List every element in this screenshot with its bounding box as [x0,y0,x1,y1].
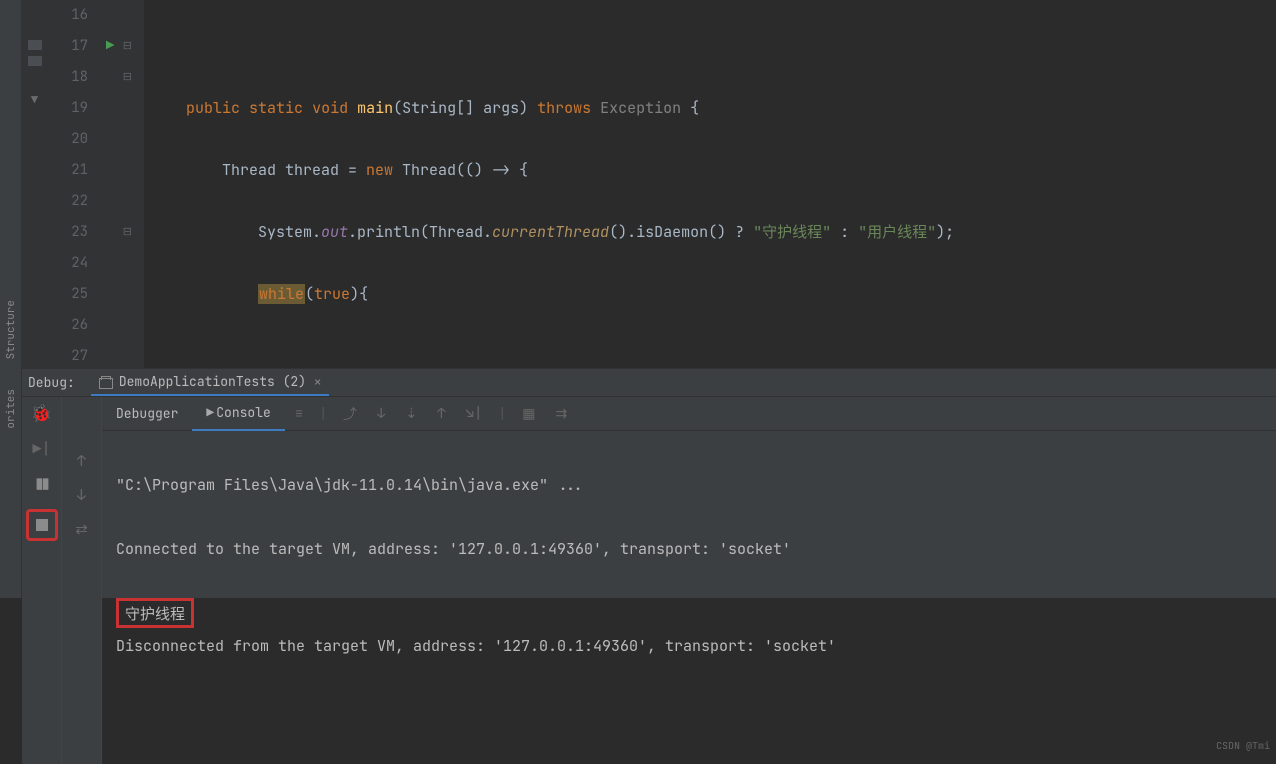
editor-gutter: 16 17 18 19 20 21 22 23 24 25 26 27 ▶ ⊟ … [48,0,144,368]
debug-tabs-bar: Debugger ▶Console ≡ | ⤴ ↓ ⇣ ↑ ↘| | ▦ ⇉ [102,397,1276,431]
filter-icon[interactable]: ⇄ [75,519,88,539]
threads-icon[interactable]: ≡ [285,405,313,423]
run-config-tab[interactable]: DemoApplicationTests (2) ✕ [91,369,329,396]
close-icon[interactable]: ✕ [314,374,321,390]
tab-console[interactable]: ▶Console [192,396,284,431]
left-tool-strip: ▼ [22,0,48,368]
watermark: CSDN @Tmi [1216,730,1270,762]
down-icon[interactable]: ↓ [77,485,86,505]
favorites-tab[interactable]: orites [4,389,18,429]
debug-header: Debug: DemoApplicationTests (2) ✕ [22,369,1276,397]
debug-left-actions: 🐞 ▶| ▮▮ [22,397,62,764]
minimap-thumb [28,40,42,50]
debug-right: Debugger ▶Console ≡ | ⤴ ↓ ⇣ ↑ ↘| | ▦ ⇉ "… [102,397,1276,764]
run-gutter-icon[interactable]: ▶ [106,31,114,62]
structure-tab[interactable]: Structure [4,300,18,359]
pause-icon[interactable]: ▮▮ [35,473,48,493]
gutter-icons: ▶ ⊟ ⊟ ⊟ [96,0,136,368]
trace-icon[interactable]: ⇉ [545,405,577,423]
side-tool-tabs: Structure orites [0,0,22,598]
fold-end-icon[interactable]: ⊟ [123,217,132,248]
fold-icon[interactable]: ⊟ [123,62,132,93]
fold-icon[interactable]: ⊟ [123,31,132,62]
code-content[interactable]: public static void main(String[] args) t… [144,0,1276,368]
console-play-icon: ▶ [206,404,214,421]
highlighted-output: 守护线程 [116,598,194,628]
debug-label: Debug: [28,374,75,391]
run-config-icon [99,378,113,389]
debug-body: 🐞 ▶| ▮▮ ↑ ↓ ⇄ Debugger ▶Console ≡ | ⤴ [22,397,1276,764]
tab-debugger[interactable]: Debugger [102,397,192,430]
evaluate-expression-icon[interactable]: ▦ [512,405,545,423]
rerun-debug-icon[interactable]: 🐞 [31,403,52,425]
run-to-cursor-icon[interactable]: ↘| [456,405,493,423]
stop-button-highlight[interactable] [26,509,58,541]
debug-second-actions: ↑ ↓ ⇄ [62,397,102,764]
chevron-down-icon[interactable]: ▼ [31,92,38,108]
minimap-thumb [28,56,42,66]
debug-tool-window: Debug: DemoApplicationTests (2) ✕ 🐞 ▶| ▮… [22,368,1276,598]
up-icon[interactable]: ↑ [77,451,86,471]
force-step-into-icon[interactable]: ⇣ [395,405,427,423]
run-config-title: DemoApplicationTests (2) [119,373,306,390]
line-numbers: 16 17 18 19 20 21 22 23 24 25 26 27 [48,0,96,368]
stop-icon [36,519,48,531]
console-line: "C:\Program Files\Java\jdk-11.0.14\bin\j… [116,469,1262,501]
step-over-icon[interactable]: ⤴ [333,404,367,424]
step-out-icon[interactable]: ↑ [427,405,455,423]
console-line: Connected to the target VM, address: '12… [116,533,1262,565]
step-into-icon[interactable]: ↓ [367,405,395,423]
resume-icon[interactable]: ▶| [32,439,50,459]
console-line: Disconnected from the target VM, address… [116,630,1262,662]
editor-area: ▼ 16 17 18 19 20 21 22 23 24 25 26 27 ▶ [22,0,1276,368]
main-column: ▼ 16 17 18 19 20 21 22 23 24 25 26 27 ▶ [22,0,1276,598]
